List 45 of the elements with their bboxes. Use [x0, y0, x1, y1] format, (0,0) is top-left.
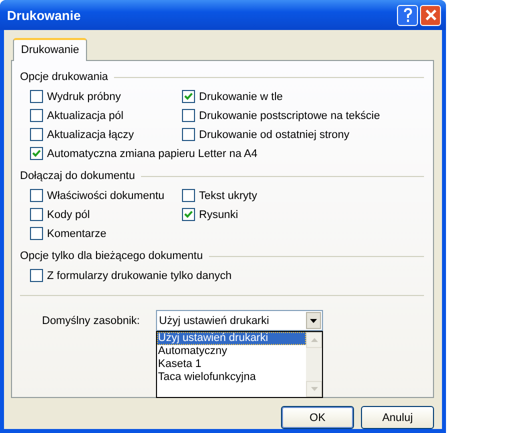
checkbox[interactable] — [30, 269, 43, 282]
tab[interactable]: Drukowanie — [13, 38, 88, 61]
group-title: Opcje tylko dla bieżącego dokumentu — [20, 250, 203, 262]
checkbox[interactable] — [182, 128, 195, 141]
checkbox-label[interactable]: Rysunki — [199, 208, 238, 220]
dropdown-option[interactable]: Taca wielofunkcyjna — [157, 371, 306, 384]
group-title: Opcje drukowania — [20, 71, 108, 83]
checkbox[interactable] — [182, 208, 195, 221]
checkbox-label[interactable]: Z formularzy drukowanie tylko danych — [47, 270, 232, 282]
checkbox-label[interactable]: Kody pól — [47, 208, 90, 220]
close-icon — [424, 9, 436, 21]
checkbox-label[interactable]: Tekst ukryty — [199, 190, 258, 202]
up-arrow-icon — [310, 338, 318, 342]
dropdown-option[interactable]: Kaseta 1 — [157, 358, 306, 371]
checkbox-label[interactable]: Aktualizacja pól — [47, 110, 124, 122]
checkbox[interactable] — [30, 147, 43, 160]
checkbox-label[interactable]: Właściwości dokumentu — [47, 190, 164, 202]
checkbox-label[interactable]: Drukowanie postscriptowe na tekście — [199, 110, 380, 122]
checkbox-label[interactable]: Drukowanie od ostatniej strony — [199, 128, 350, 140]
checkbox[interactable] — [30, 90, 43, 103]
checkbox[interactable] — [182, 189, 195, 202]
checkbox[interactable] — [30, 227, 43, 240]
group-title: Dołączaj do dokumentu — [20, 170, 135, 182]
window-title: Drukowanie — [7, 8, 82, 22]
dialog-button[interactable]: OK — [281, 406, 354, 429]
caret-icon — [310, 318, 317, 322]
checkbox-label[interactable]: Drukowanie w tle — [199, 90, 283, 102]
checkbox-label[interactable]: Automatyczna zmiana papieru Letter na A4 — [47, 148, 258, 160]
checkbox-label[interactable]: Komentarze — [47, 228, 106, 240]
dropdown-option[interactable]: Automatyczny — [157, 345, 306, 358]
checkbox[interactable] — [30, 109, 43, 122]
checkbox[interactable] — [182, 90, 195, 103]
help-button[interactable] — [397, 4, 418, 26]
checkbox-label[interactable]: Aktualizacja łączy — [47, 128, 134, 140]
down-arrow-icon — [310, 387, 318, 391]
checkbox[interactable] — [30, 189, 43, 202]
checkbox[interactable] — [182, 109, 195, 122]
checkbox-label[interactable]: Wydruk próbny — [47, 90, 121, 102]
checkbox[interactable] — [30, 128, 43, 141]
dropdown-option[interactable]: Użyj ustawień drukarki — [157, 332, 306, 345]
tray-label: Domyślny zasobnik: — [42, 314, 141, 326]
close-button[interactable] — [420, 4, 441, 26]
dropdown-arrow-button[interactable] — [306, 312, 321, 329]
dialog-button[interactable]: Anuluj — [361, 406, 434, 429]
checkbox[interactable] — [30, 208, 43, 221]
